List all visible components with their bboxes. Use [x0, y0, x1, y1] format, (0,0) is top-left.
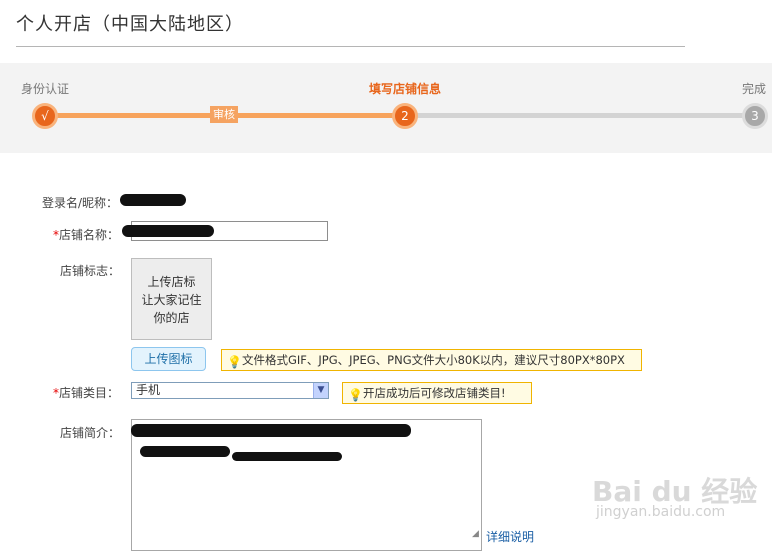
redacted-shop-name [122, 225, 214, 237]
resize-handle-icon[interactable]: ◢ [472, 529, 479, 539]
step-2-dot: 2 [392, 103, 418, 129]
page-title: 个人开店（中国大陆地区） [16, 14, 244, 35]
step-3-dot: 3 [742, 103, 768, 129]
detail-link[interactable]: 详细说明 [486, 528, 534, 545]
redacted-login-name [120, 194, 186, 206]
shop-name-label: *店铺名称： [53, 226, 119, 243]
category-tip-text: 开店成功后可修改店铺类目! [363, 386, 506, 400]
redacted-intro-line1 [131, 424, 411, 437]
logo-format-tip-text: 文件格式GIF、JPG、JPEG、PNG文件大小80K以内，建议尺寸80PX*8… [242, 353, 625, 367]
logo-placeholder-line2: 让大家记住 [141, 293, 202, 307]
step-complete-label: 完成 [742, 82, 767, 96]
login-name-label: 登录名/昵称： [42, 196, 119, 210]
logo-format-tip: 💡 文件格式GIF、JPG、JPEG、PNG文件大小80K以内，建议尺寸80PX… [221, 349, 642, 371]
shop-intro-label: 店铺简介： [60, 426, 121, 440]
progress-steps: 身份认证 填写店铺信息 完成 审核 √ 2 3 [0, 63, 772, 153]
title-divider [16, 46, 685, 47]
upload-logo-button[interactable]: 上传图标 [131, 347, 206, 371]
chevron-down-icon[interactable]: ▼ [313, 383, 328, 398]
lightbulb-icon: 💡 [227, 355, 242, 369]
review-badge: 审核 [210, 106, 238, 123]
category-select[interactable]: 手机 ▼ [131, 382, 329, 399]
watermark-url: jingyan.baidu.com [596, 504, 726, 520]
redacted-intro-line3 [232, 452, 342, 461]
redacted-intro-line2 [140, 446, 230, 457]
category-label-text: 店铺类目： [59, 386, 120, 400]
progress-track-pending [405, 113, 755, 118]
step-shop-info-label: 填写店铺信息 [369, 82, 442, 96]
lightbulb-icon: 💡 [348, 388, 363, 402]
category-tip: 💡 开店成功后可修改店铺类目! [342, 382, 532, 404]
logo-placeholder-line1: 上传店标 [147, 275, 196, 289]
category-label: *店铺类目： [53, 384, 119, 401]
category-selected-value: 手机 [136, 383, 161, 397]
shop-name-label-text: 店铺名称： [59, 228, 120, 242]
shop-intro-textarea[interactable] [131, 419, 482, 551]
logo-placeholder[interactable]: 上传店标 让大家记住 你的店 [131, 258, 212, 340]
step-identity-label: 身份认证 [21, 82, 70, 96]
logo-placeholder-line3: 你的店 [153, 311, 190, 325]
step-1-check-icon: √ [32, 103, 58, 129]
shop-logo-label: 店铺标志： [60, 264, 121, 278]
